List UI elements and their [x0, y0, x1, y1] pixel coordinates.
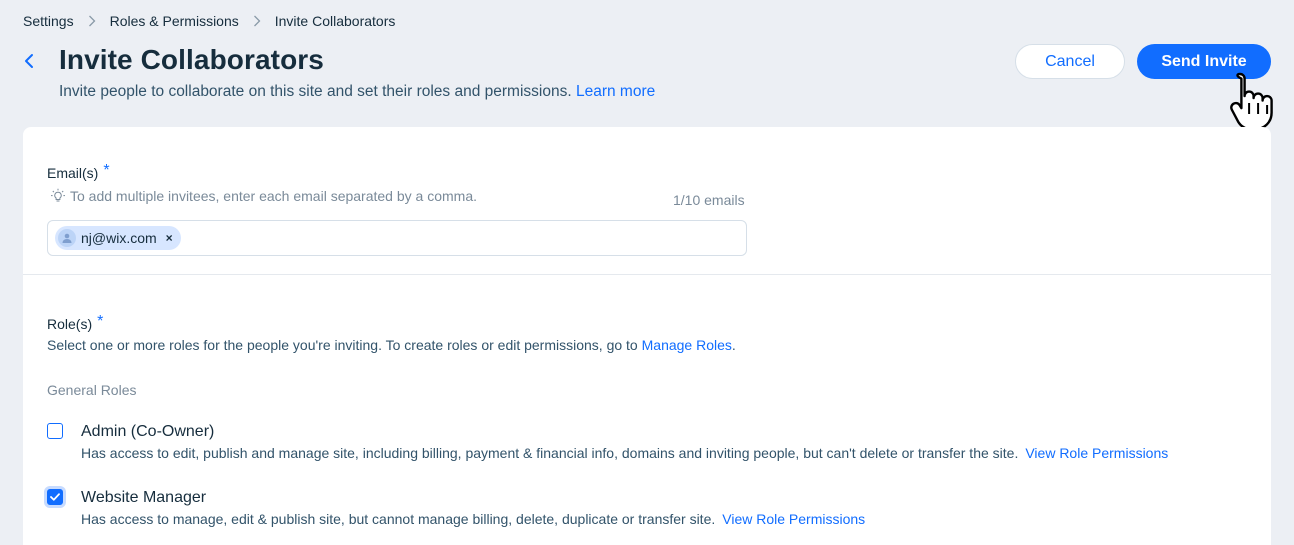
website-manager-role-title: Website Manager: [81, 489, 207, 506]
learn-more-link[interactable]: Learn more: [576, 83, 655, 100]
admin-role-checkbox[interactable]: [47, 423, 63, 439]
manage-roles-link[interactable]: Manage Roles: [642, 337, 732, 353]
admin-role-title: Admin (Co-Owner): [81, 423, 215, 440]
breadcrumb-item-roles[interactable]: Roles & Permissions: [110, 13, 239, 29]
cancel-button[interactable]: Cancel: [1015, 44, 1125, 79]
website-manager-view-permissions-link[interactable]: View Role Permissions: [722, 511, 865, 527]
emails-hint: To add multiple invitees, enter each ema…: [50, 188, 477, 204]
email-chip: nj@wix.com ×: [55, 226, 181, 250]
admin-view-permissions-link[interactable]: View Role Permissions: [1025, 445, 1168, 461]
admin-role-description: Has access to edit, publish and manage s…: [81, 445, 1169, 461]
page-title: Invite Collaborators: [59, 44, 324, 75]
invite-form-card: Email(s) * To add multiple invitees, ente…: [23, 127, 1271, 545]
required-asterisk: *: [103, 162, 110, 179]
hand-pointer-cursor-icon: [1230, 72, 1273, 131]
user-avatar-icon: [58, 229, 76, 247]
section-divider: [23, 274, 1271, 275]
chevron-right-icon: [88, 15, 96, 27]
breadcrumb-item-settings[interactable]: Settings: [23, 13, 74, 29]
general-roles-heading: General Roles: [47, 382, 137, 398]
breadcrumb-item-current: Invite Collaborators: [274, 13, 396, 29]
required-asterisk: *: [97, 313, 104, 330]
breadcrumb: Settings Roles & Permissions Invite Coll…: [23, 13, 395, 29]
close-icon[interactable]: ×: [166, 231, 173, 245]
chevron-left-icon: [25, 54, 33, 68]
roles-label: Role(s) *: [47, 313, 104, 332]
emails-counter: 1/10 emails: [673, 192, 745, 208]
website-manager-role-description: Has access to manage, edit & publish sit…: [81, 511, 866, 527]
website-manager-role-checkbox[interactable]: [47, 489, 63, 505]
lightbulb-icon: [50, 188, 66, 204]
subtitle-text: Invite people to collaborate on this sit…: [59, 83, 572, 100]
back-button[interactable]: [18, 50, 40, 72]
page-subtitle: Invite people to collaborate on this sit…: [59, 83, 655, 101]
checkmark-icon: [50, 493, 60, 501]
chevron-right-icon: [253, 15, 261, 27]
emails-input[interactable]: nj@wix.com ×: [47, 220, 747, 256]
roles-description: Select one or more roles for the people …: [47, 337, 736, 353]
email-chip-label: nj@wix.com: [81, 230, 157, 246]
emails-label: Email(s) *: [47, 162, 110, 181]
